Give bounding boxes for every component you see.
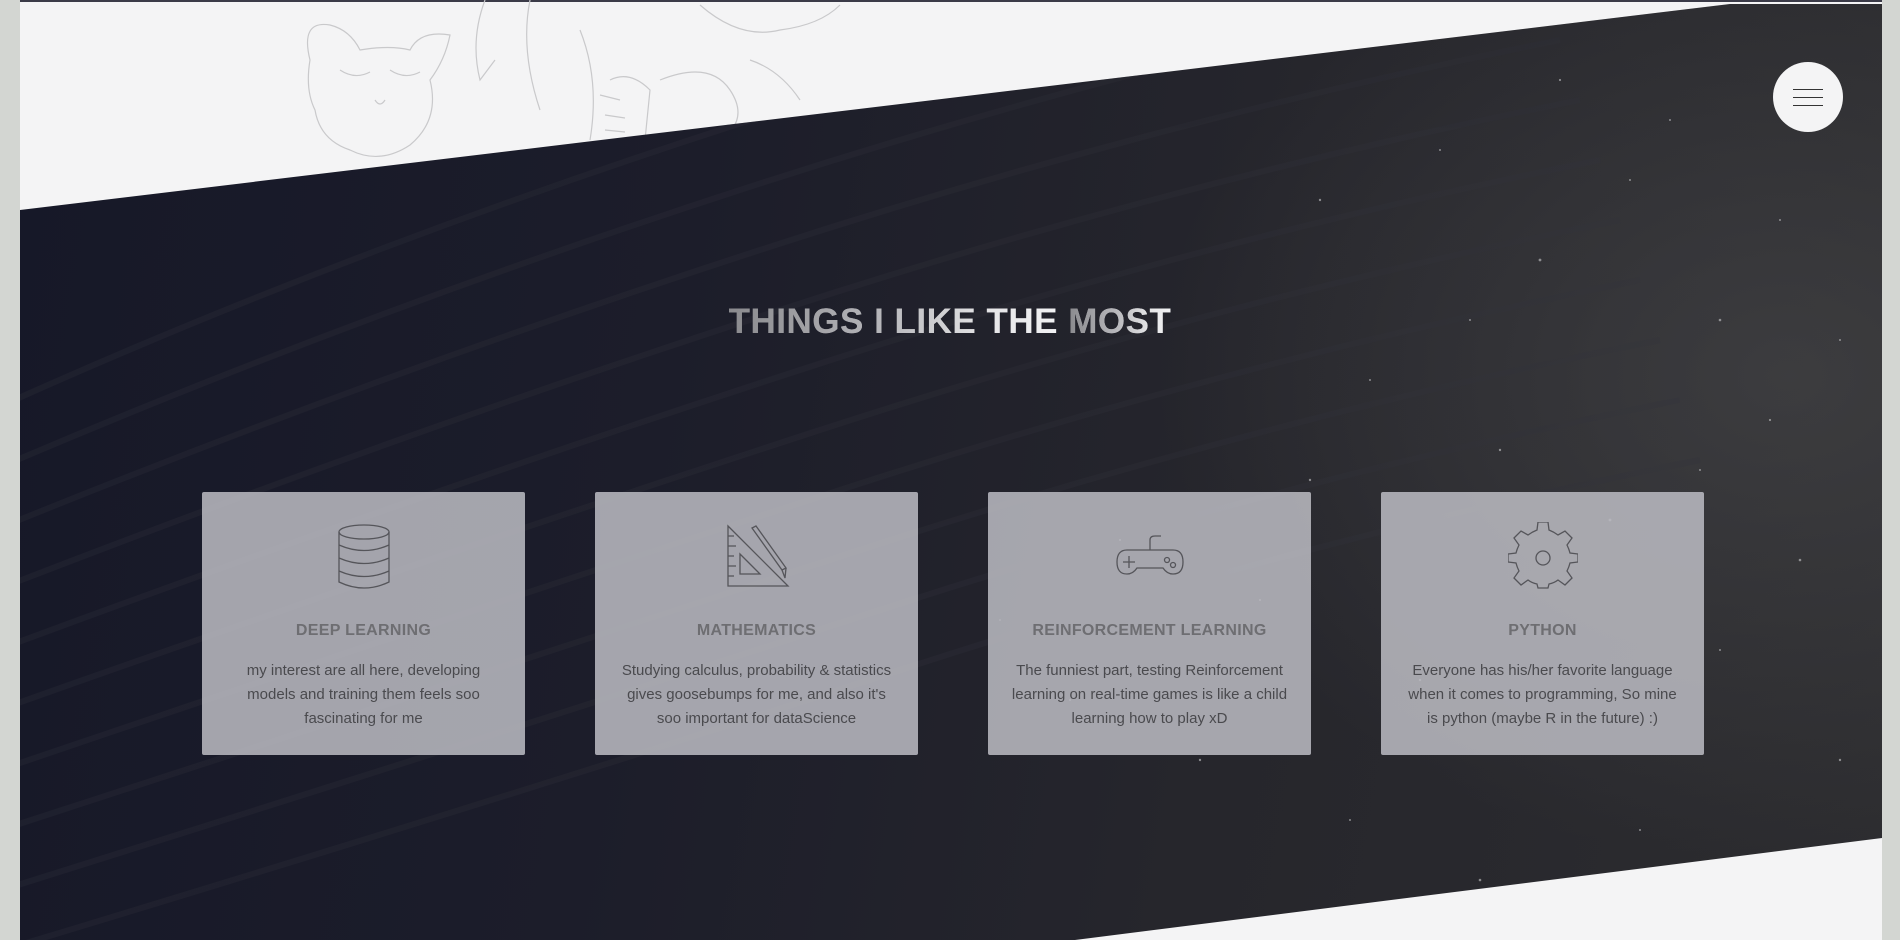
menu-button[interactable] <box>1773 62 1843 132</box>
section-title-part1: THINGS I LIKE THE <box>728 302 1058 341</box>
right-edge <box>1882 0 1900 940</box>
gear-icon <box>1507 522 1578 589</box>
card-text: my interest are all here, developing mod… <box>246 662 481 727</box>
left-edge <box>0 0 20 940</box>
ruler-triangle-icon <box>726 524 790 587</box>
card-text: The funniest part, testing Reinforcement… <box>1011 662 1288 727</box>
card-text: Everyone has his/her favorite language w… <box>1408 662 1677 727</box>
section-title: THINGS I LIKE THE MOST <box>0 302 1900 342</box>
card-title: REINFORCEMENT LEARNING <box>1032 622 1267 639</box>
card-title: PYTHON <box>1508 622 1577 639</box>
hamburger-icon <box>1793 88 1823 106</box>
card-text: Studying calculus, probability & statist… <box>621 662 892 727</box>
card-title: DEEP LEARNING <box>295 622 432 639</box>
section-title-part2: MOST <box>1068 302 1172 341</box>
card-python: PYTHON Everyone has his/her favorite lan… <box>1381 492 1704 755</box>
card-title: MATHEMATICS <box>696 622 817 639</box>
page: THINGS I LIKE THE MOST DEEP LEARNING my … <box>0 0 1900 940</box>
interest-cards: DEEP LEARNING my interest are all here, … <box>202 492 1704 755</box>
card-reinforcement-learning: REINFORCEMENT LEARNING The funniest part… <box>988 492 1311 755</box>
database-icon <box>337 524 390 589</box>
card-deep-learning: DEEP LEARNING my interest are all here, … <box>202 492 525 755</box>
gamepad-icon <box>1115 535 1184 575</box>
card-mathematics: MATHEMATICS Studying calculus, probabili… <box>595 492 918 755</box>
